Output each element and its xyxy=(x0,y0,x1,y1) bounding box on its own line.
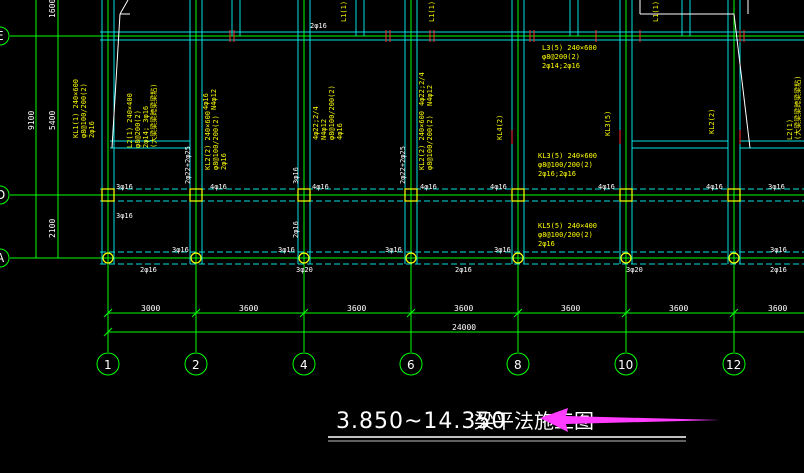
dim-bottom-6: 3600 xyxy=(768,304,787,313)
beam-label: KL3(5) xyxy=(604,111,612,136)
red-marks xyxy=(229,30,745,144)
rebar-label: 4φ16 xyxy=(312,183,329,191)
beam-label: (大梁梁梁跨梁梁粘) xyxy=(793,76,802,140)
rebar-label: 3φ16 xyxy=(494,246,511,254)
rebar-label: 3φ20 xyxy=(296,266,313,274)
rebar-label: 2φ16 xyxy=(310,22,327,30)
beam-label: L1(1) xyxy=(652,1,660,22)
rebar-label: 3φ20 xyxy=(626,266,643,274)
beam-label: 4φ16 xyxy=(202,93,210,110)
rebar-label: 4φ16 xyxy=(210,183,227,191)
dim-bottom-4: 3600 xyxy=(561,304,580,313)
rebar-label: 3φ16 xyxy=(116,212,133,220)
dim-total: 24000 xyxy=(452,323,476,332)
beam-label: L2(1) xyxy=(786,119,794,140)
dim-bottom-0: 3000 xyxy=(141,304,160,313)
beam-label: KL2(2) 240×600 xyxy=(204,111,212,170)
beam-label: N4φ12 xyxy=(426,85,434,106)
axis-bubbles-left xyxy=(0,26,10,268)
beam-label: L1(1) xyxy=(340,1,348,22)
axis-label-12: 12 xyxy=(726,358,741,372)
beam-label: 2φ14;2φ16 xyxy=(542,62,580,70)
beam-label: 2φ16 xyxy=(538,240,555,248)
beam-label: KL5(5) 240×400 xyxy=(538,222,597,230)
rebar-label: 4φ16 xyxy=(706,183,723,191)
rebar-label: 2φ16 xyxy=(770,266,787,274)
rebar-label: 2φ22+2φ25 xyxy=(399,146,407,184)
rebar-label: 2φ16 xyxy=(455,266,472,274)
rebar-label: 3φ16 xyxy=(172,246,189,254)
axis-label-E: E xyxy=(0,29,4,43)
beam-label: L3(5) 240×600 xyxy=(542,44,597,52)
arrow-icon xyxy=(540,408,720,432)
axis-label-4: 4 xyxy=(300,358,308,372)
dim-left-1: 5400 xyxy=(48,111,57,130)
rebar-label: 3φ16 xyxy=(116,183,133,191)
rebar-label: 3φ16 xyxy=(768,183,785,191)
dim-bottom-3: 3600 xyxy=(454,304,473,313)
grid-lines xyxy=(10,0,804,352)
beam-label: (大梁梁梁跨梁梁粘) xyxy=(149,84,158,148)
dim-left-2: 1600 xyxy=(48,0,57,18)
axis-label-2: 2 xyxy=(192,358,200,372)
beam-label: φ8@100/200(2) xyxy=(538,161,593,169)
beam-label: L2(1) 240×400 xyxy=(126,93,134,148)
beam-label: 2φ16;2φ16 xyxy=(538,170,576,178)
axis-label-8: 8 xyxy=(514,358,522,372)
beam-label: N4φ12 xyxy=(210,89,218,110)
beam-label: KL4(2) xyxy=(496,115,504,140)
beam-label: 2φ16 xyxy=(88,121,96,138)
rebar-label: 2φ22+2φ25 xyxy=(184,146,192,184)
beam-label: 4φ16 xyxy=(336,123,344,140)
dim-bottom-1: 3600 xyxy=(239,304,258,313)
beam-label: 4φ22;2/4 xyxy=(418,72,426,106)
rebar-label: 3φ16 xyxy=(770,246,787,254)
axis-label-1: 1 xyxy=(104,358,112,372)
axis-label-A: A xyxy=(0,251,5,265)
beam-label: φ8@100/200(2) xyxy=(426,115,434,170)
axis-label-6: 6 xyxy=(407,358,415,372)
dim-bottom-2: 3600 xyxy=(347,304,366,313)
rebar-label: 4φ16 xyxy=(490,183,507,191)
beam-label: KL1(1) 240×600 xyxy=(72,79,80,138)
beam-label: φ8@100/200(2) xyxy=(328,85,336,140)
rebar-label: 4φ16 xyxy=(420,183,437,191)
axis-label-10: 10 xyxy=(618,358,633,372)
beam-label: L1(1) xyxy=(428,1,436,22)
dim-left-3: 2100 xyxy=(48,219,57,238)
rebar-label: 2φ16 xyxy=(292,221,300,238)
beam-label: N4φ12 xyxy=(320,119,328,140)
beam-label: KL2(2) 240×600 xyxy=(418,111,426,170)
rebar-label: 3φ16 xyxy=(278,246,295,254)
beam-label: φ8@200(2) xyxy=(542,53,580,61)
beam-label: 4φ22;2/4 xyxy=(312,106,320,140)
beam-label: φ8@100/200(2) xyxy=(212,115,220,170)
rebar-label: 3φ16 xyxy=(292,167,300,184)
beam-label: KL3(5) 240×600 xyxy=(538,152,597,160)
beam-label: φ8@100/200(2) xyxy=(538,231,593,239)
rebar-label: 4φ16 xyxy=(598,183,615,191)
dim-left-0: 9100 xyxy=(27,111,36,130)
beam-label: 2φ16 xyxy=(220,153,228,170)
beam-plan-drawing: E D A 9100 5400 1600 2100 3000 3600 3600… xyxy=(0,0,804,442)
beam-label: 2φ14; 3φ16 xyxy=(142,106,150,148)
beam-label: φ8@200(2) xyxy=(134,110,142,148)
dim-bottom-5: 3600 xyxy=(669,304,688,313)
rebar-label: 3φ16 xyxy=(385,246,402,254)
axis-label-D: D xyxy=(0,188,5,202)
beam-label: KL2(2) xyxy=(708,109,716,134)
rebar-label: 2φ16 xyxy=(140,266,157,274)
beam-label: φ8@100/200(2) xyxy=(80,83,88,138)
